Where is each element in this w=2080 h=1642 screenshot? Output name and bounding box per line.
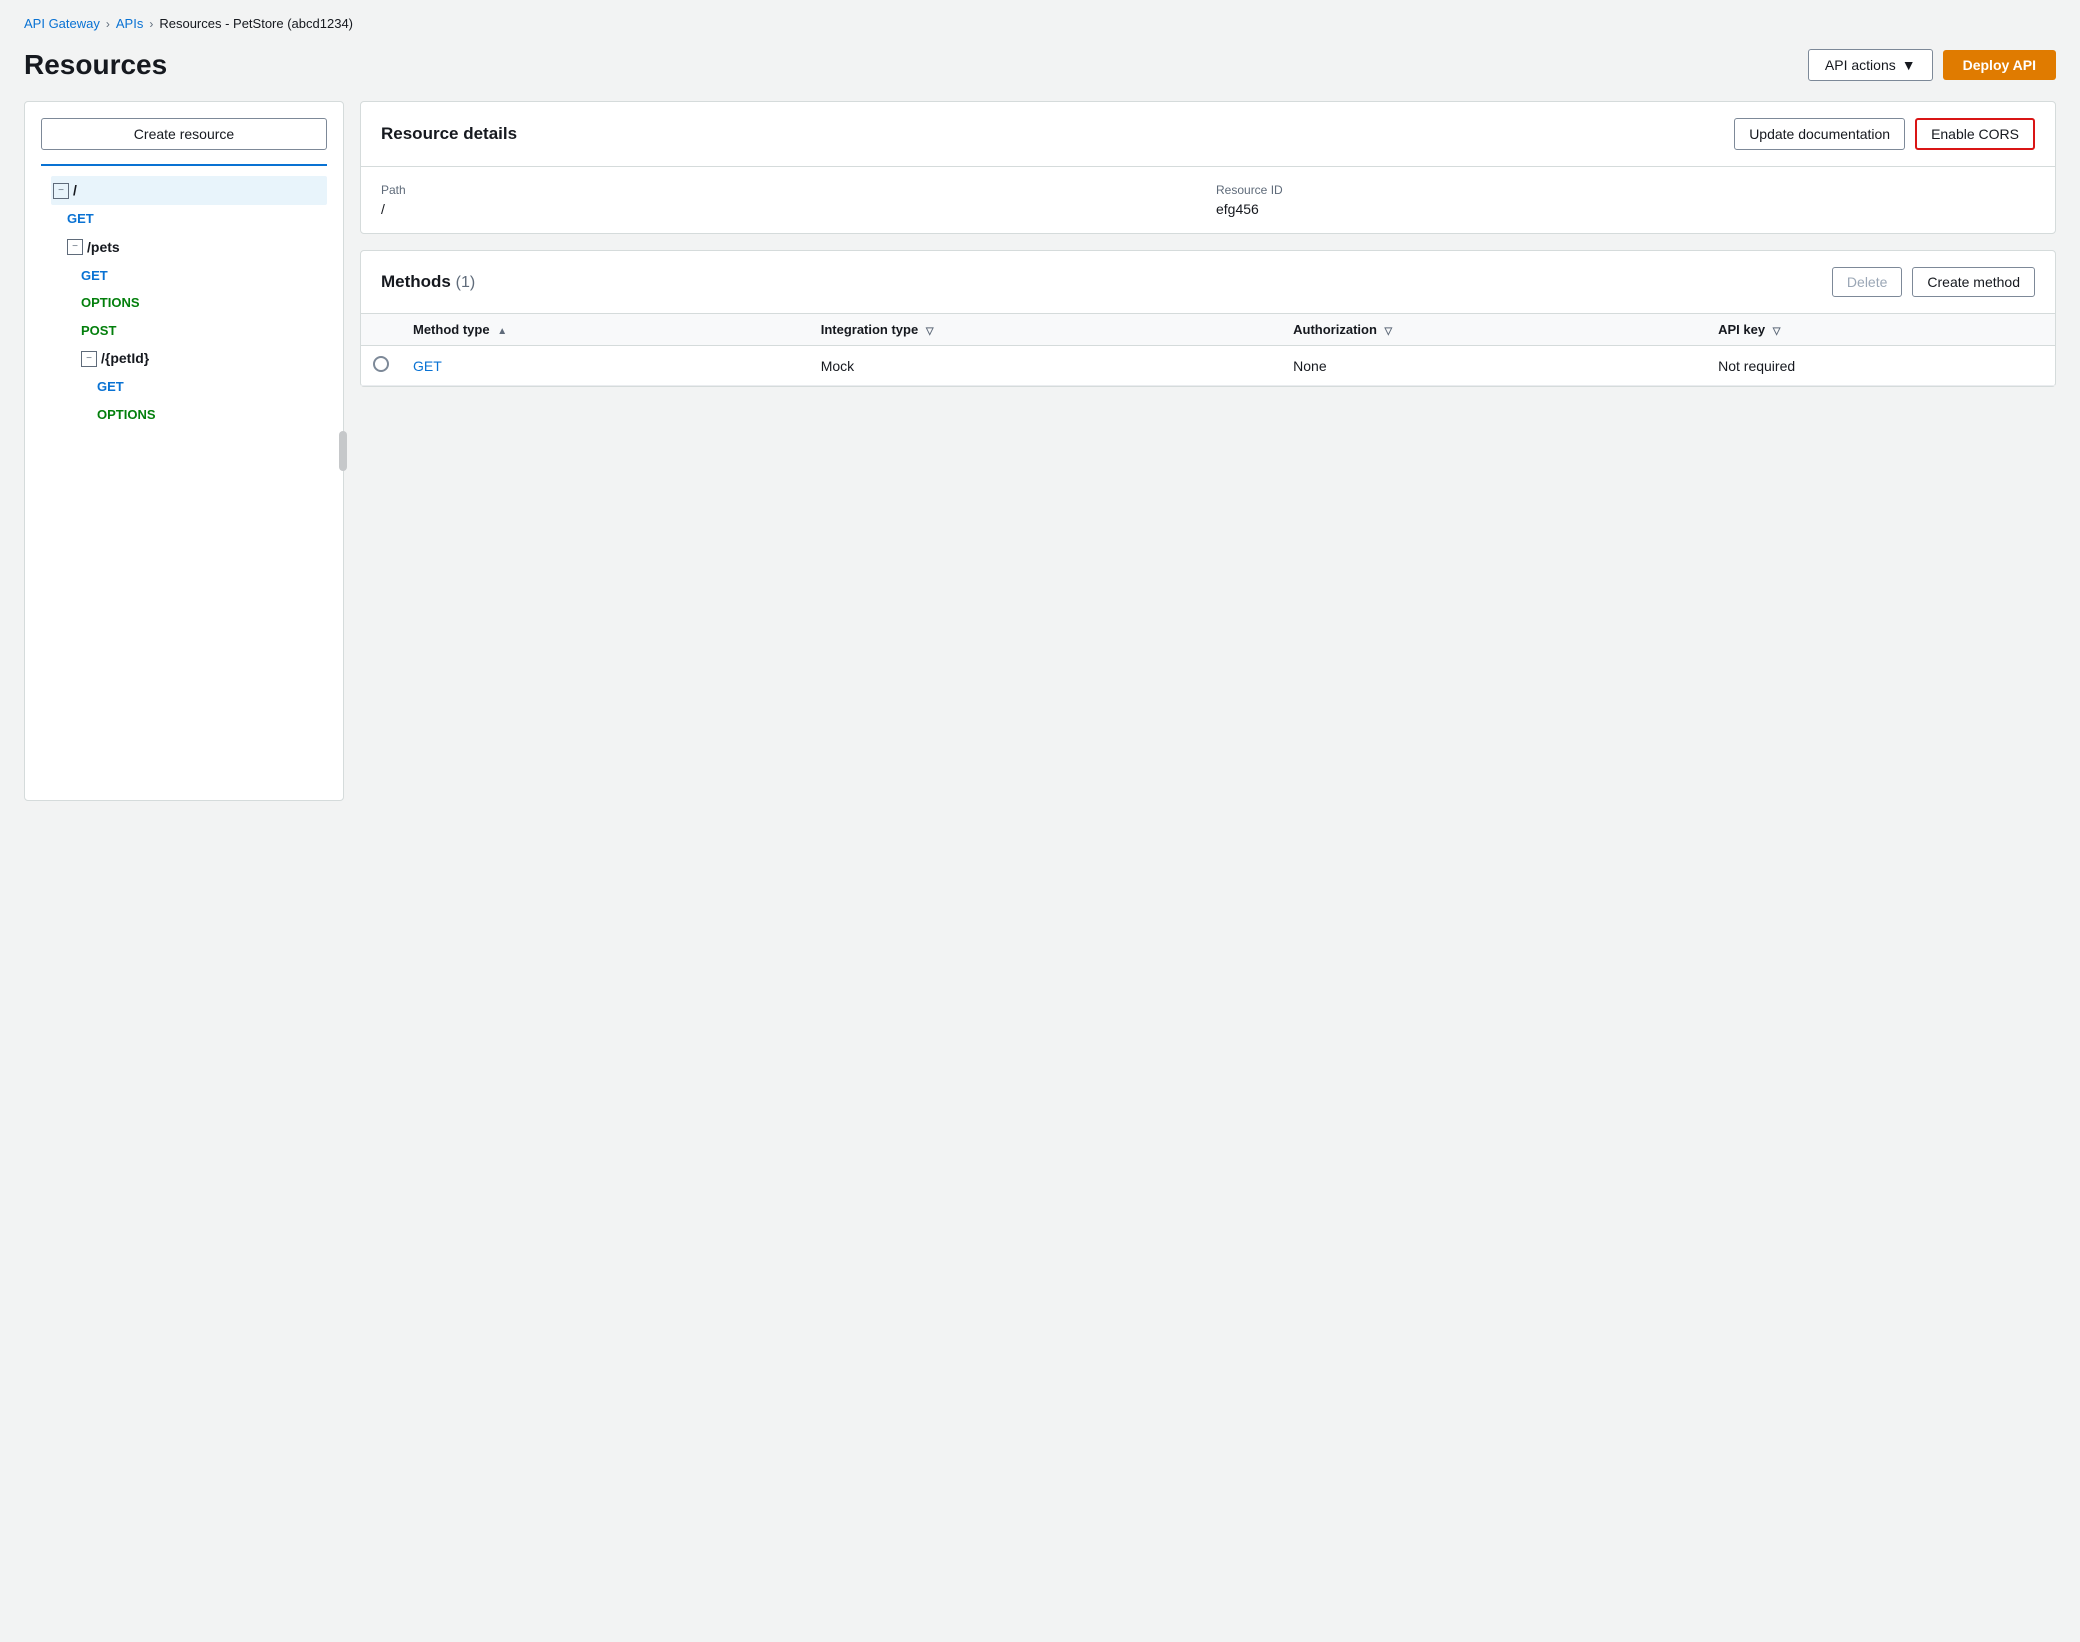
method-label: GET [97,375,124,398]
method-pets-options[interactable]: OPTIONS [81,289,327,316]
methods-title-text: Methods [381,272,451,291]
breadcrumb-current: Resources - PetStore (abcd1234) [159,16,353,31]
main-content: Create resource − / GET [24,101,2056,801]
path-field: Path / [381,183,1200,217]
methods-count: (1) [456,274,476,291]
resource-details-grid: Path / Resource ID efg456 [381,183,2035,217]
resize-handle[interactable] [339,431,347,471]
path-label: Path [381,183,1200,197]
resource-tree: − / GET − /pets [41,176,327,428]
row-integration-type: Mock [809,346,1281,386]
method-petid-get[interactable]: GET [97,373,327,400]
resource-name-petid: /{petId} [101,346,149,371]
method-label: OPTIONS [97,403,156,426]
breadcrumb-sep-2: › [149,17,153,31]
tree-divider [41,164,327,166]
right-panel: Resource details Update documentation En… [360,101,2056,387]
breadcrumb-api-gateway[interactable]: API Gateway [24,16,100,31]
method-label: GET [67,207,94,230]
method-pets-get[interactable]: GET [81,262,327,289]
path-value: / [381,201,385,217]
th-integration-type[interactable]: Integration type ▽ [809,314,1281,346]
list-item: OPTIONS [41,401,327,428]
methods-table-wrapper: Method type ▲ Integration type ▽ Authori… [361,314,2055,386]
expand-icon: − [81,351,97,367]
resource-id-value: efg456 [1216,201,1259,217]
list-item: GET [41,262,327,289]
list-item: GET [41,373,327,400]
col-authorization-label: Authorization [1293,322,1377,337]
row-authorization: None [1281,346,1706,386]
resource-tree-sidebar: Create resource − / GET [24,101,344,801]
th-authorization[interactable]: Authorization ▽ [1281,314,1706,346]
list-item: OPTIONS [41,289,327,316]
resource-name-root: / [73,178,77,203]
method-petid-options[interactable]: OPTIONS [97,401,327,428]
row-select-cell[interactable] [361,346,401,386]
expand-icon: − [53,183,69,199]
resource-details-actions: Update documentation Enable CORS [1734,118,2035,150]
update-documentation-button[interactable]: Update documentation [1734,118,1905,150]
create-resource-button[interactable]: Create resource [41,118,327,150]
sort-desc-icon: ▽ [926,326,934,337]
sort-desc-icon: ▽ [1773,326,1781,337]
sort-desc-icon: ▽ [1385,326,1393,337]
method-label: OPTIONS [81,291,140,314]
resource-item-root[interactable]: − / [51,176,327,205]
list-item: − / [41,176,327,205]
delete-method-button[interactable]: Delete [1832,267,1902,297]
resource-details-body: Path / Resource ID efg456 [361,167,2055,233]
col-integration-type-label: Integration type [821,322,919,337]
col-method-type-label: Method type [413,322,490,337]
method-label: POST [81,319,116,342]
expand-icon: − [67,239,83,255]
methods-table: Method type ▲ Integration type ▽ Authori… [361,314,2055,386]
page-wrapper: API Gateway › APIs › Resources - PetStor… [0,0,2080,1642]
method-root-get[interactable]: GET [67,205,327,232]
api-actions-label: API actions [1825,57,1896,73]
method-type-link[interactable]: GET [413,358,442,374]
row-radio-button[interactable] [373,356,389,372]
page-header: Resources API actions ▼ Deploy API [24,49,2056,81]
chevron-down-icon: ▼ [1902,57,1916,73]
list-item: GET [41,205,327,232]
breadcrumb: API Gateway › APIs › Resources - PetStor… [24,16,2056,31]
th-api-key[interactable]: API key ▽ [1706,314,2055,346]
resource-id-field: Resource ID efg456 [1216,183,2035,217]
resource-name-pets: /pets [87,235,120,260]
methods-title: Methods (1) [381,272,475,292]
th-method-type[interactable]: Method type ▲ [401,314,809,346]
method-label: GET [81,264,108,287]
resource-details-card: Resource details Update documentation En… [360,101,2056,234]
resource-id-label: Resource ID [1216,183,2035,197]
methods-header: Methods (1) Delete Create method [361,251,2055,314]
page-title: Resources [24,49,167,81]
deploy-api-button[interactable]: Deploy API [1943,50,2056,80]
list-item: − /pets [41,233,327,262]
resource-item-pets[interactable]: − /pets [67,233,327,262]
methods-card: Methods (1) Delete Create method [360,250,2056,387]
enable-cors-button[interactable]: Enable CORS [1915,118,2035,150]
th-select [361,314,401,346]
col-api-key-label: API key [1718,322,1765,337]
table-row: GET Mock None Not required [361,346,2055,386]
create-method-button[interactable]: Create method [1912,267,2035,297]
breadcrumb-apis[interactable]: APIs [116,16,143,31]
row-method-type: GET [401,346,809,386]
header-actions: API actions ▼ Deploy API [1808,49,2056,81]
method-pets-post[interactable]: POST [81,317,327,344]
sort-asc-icon: ▲ [497,326,507,337]
methods-actions: Delete Create method [1832,267,2035,297]
row-api-key: Not required [1706,346,2055,386]
api-actions-button[interactable]: API actions ▼ [1808,49,1933,81]
list-item: − /{petId} [41,344,327,373]
resource-details-title: Resource details [381,124,517,144]
table-header-row: Method type ▲ Integration type ▽ Authori… [361,314,2055,346]
breadcrumb-sep-1: › [106,17,110,31]
list-item: POST [41,317,327,344]
resource-item-petid[interactable]: − /{petId} [81,344,327,373]
resource-details-header: Resource details Update documentation En… [361,102,2055,167]
